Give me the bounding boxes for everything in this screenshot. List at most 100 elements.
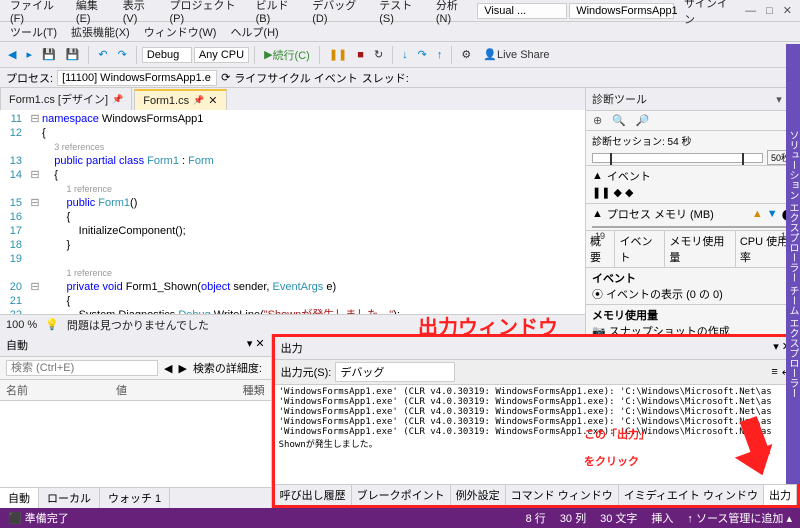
config-combo[interactable]: Debug <box>142 47 192 63</box>
autos-bottom-tabs: 自動 ローカル ウォッチ 1 <box>0 487 271 508</box>
liveshare-button[interactable]: 👤 Live Share <box>479 46 553 63</box>
right-sidebar-tabs[interactable]: ソリューション エクスプローラー チーム エクスプローラー <box>786 44 800 484</box>
pause-icon[interactable]: ❚❚ <box>325 46 351 63</box>
saveall-icon[interactable]: 💾 <box>62 46 84 63</box>
line-gutter: 1112 1314 1516171819 20212223242526 <box>0 110 28 314</box>
diag-tab-memory[interactable]: メモリ使用量 <box>665 231 735 267</box>
fold-gutter[interactable]: ⊟ ⊟ ⊟ ⊟ <box>28 110 42 314</box>
tab-close-icon[interactable]: ✕ <box>208 94 217 107</box>
memory-chart[interactable]: 1919 <box>592 226 794 228</box>
issues-label: 問題は見つかりませんでした <box>67 317 209 333</box>
tab-autos[interactable]: 自動 <box>0 488 39 508</box>
close-icon[interactable]: ✕ <box>779 2 796 19</box>
maximize-icon[interactable]: □ <box>762 3 777 19</box>
status-src[interactable]: ↑ ソース管理に追加 ▴ <box>687 510 792 526</box>
lifecycle-icon[interactable]: ⟳ <box>221 71 230 84</box>
tab-breakpoints[interactable]: ブレークポイント <box>352 485 451 505</box>
diag-memory: ▲ プロセス メモリ (MB) ▲▼⬤ <box>586 203 800 224</box>
tab-output[interactable]: 出力 <box>764 485 797 505</box>
code-editor: Form1.cs [デザイン]📌 Form1.cs📌✕ 1112 1314 15… <box>0 88 586 334</box>
pane-close-icon[interactable]: ▾ ✕ <box>247 337 265 353</box>
status-col: 30 列 <box>560 510 586 526</box>
menu-help[interactable]: ヘルプ(H) <box>224 22 284 42</box>
menu-tools[interactable]: ツール(T) <box>4 22 63 42</box>
minimize-icon[interactable]: — <box>741 3 760 19</box>
editor-tabs: Form1.cs [デザイン]📌 Form1.cs📌✕ <box>0 88 585 110</box>
main-area: Form1.cs [デザイン]📌 Form1.cs📌✕ 1112 1314 15… <box>0 88 800 334</box>
save-icon[interactable]: 💾 <box>38 46 60 63</box>
stepout-icon[interactable]: ↑ <box>433 47 447 63</box>
diag-select-icon[interactable]: ⊕ <box>590 113 605 128</box>
diag-events: ▲ イベント ❚❚ ◆ ◆ <box>586 165 800 203</box>
diag-tab-events[interactable]: イベント <box>615 231 665 267</box>
tab-designer[interactable]: Form1.cs [デザイン]📌 <box>0 87 132 110</box>
diag-toolbar: ⊕ 🔍 🔎 <box>586 111 800 131</box>
diagnostics-pane: 診断ツール▾ ✕ ⊕ 🔍 🔎 診断セッション: 54 秒 50秒 ▲ イベント … <box>586 88 800 334</box>
source-text[interactable]: namespace WindowsFormsApp1 { 3 reference… <box>42 110 585 314</box>
zoom-level[interactable]: 100 % <box>6 319 37 331</box>
tab-watch1[interactable]: ウォッチ 1 <box>100 488 170 508</box>
output-source-combo[interactable]: デバッグ <box>335 362 455 382</box>
main-toolbar: ◀ ▸ 💾 💾 ↶ ↷ Debug Any CPU ▶ 続行(C) ❚❚ ■ ↻… <box>0 42 800 68</box>
status-bar: ⬛ 準備完了 8 行 30 列 30 文字 挿入 ↑ ソース管理に追加 ▴ <box>0 508 800 528</box>
platform-combo[interactable]: Any CPU <box>194 47 249 63</box>
solution-name: WindowsFormsApp1 <box>569 3 674 19</box>
menu-debug[interactable]: デバッグ(D) <box>306 0 371 27</box>
tool-icon[interactable]: ⚙ <box>457 46 475 63</box>
redo-icon[interactable]: ↷ <box>114 46 131 63</box>
pin-icon[interactable]: 📌 <box>193 95 204 106</box>
diag-timeline[interactable]: 50秒 <box>586 150 800 165</box>
col-value[interactable]: 値 <box>116 382 243 398</box>
autos-body[interactable] <box>0 401 271 487</box>
nav-left-icon[interactable]: ◀ <box>164 362 172 375</box>
menu-window[interactable]: ウィンドウ(W) <box>138 22 223 42</box>
tab-callstack[interactable]: 呼び出し履歴 <box>275 485 352 505</box>
tab-exceptions[interactable]: 例外設定 <box>451 485 506 505</box>
back-icon[interactable]: ◀ <box>4 46 20 63</box>
diag-events-list: イベント ⦿ イベントの表示 (0 の 0) <box>586 267 800 304</box>
tab-immediate[interactable]: イミディエイト ウィンドウ <box>619 485 764 505</box>
debug-process-bar: プロセス: [11100] WindowsFormsApp1.e ⟳ ライフサイ… <box>0 68 800 88</box>
status-ready: ⬛ 準備完了 <box>8 510 69 526</box>
diag-zoomin-icon[interactable]: 🔍 <box>609 113 629 128</box>
tab-command[interactable]: コマンド ウィンドウ <box>506 485 619 505</box>
code-area[interactable]: 1112 1314 1516171819 20212223242526 ⊟ ⊟ … <box>0 110 585 314</box>
signin-link[interactable]: サインイン <box>678 0 739 27</box>
stop-icon[interactable]: ■ <box>353 47 368 63</box>
output-from-label: 出力元(S): <box>281 364 332 380</box>
diag-tabs: 概要 イベント メモリ使用量 CPU 使用率 <box>586 230 800 267</box>
status-char: 30 文字 <box>600 510 637 526</box>
col-type[interactable]: 種類 <box>243 382 265 398</box>
bottom-panes: 自動▾ ✕ ◀ ▶ 検索の詳細度: 名前 値 種類 自動 ローカル ウォッチ 1… <box>0 334 800 508</box>
output-log[interactable]: 'WindowsFormsApp1.exe' (CLR v4.0.30319: … <box>275 385 797 484</box>
menu-bar: ファイル(F) 編集(E) 表示(V) プロジェクト(P) ビルド(B) デバッ… <box>0 0 800 22</box>
output-bottom-tabs: 呼び出し履歴 ブレークポイント 例外設定 コマンド ウィンドウ イミディエイト … <box>275 484 797 505</box>
process-label: プロセス: <box>6 70 53 86</box>
search-input[interactable] <box>6 360 158 376</box>
stepinto-icon[interactable]: ↓ <box>398 47 412 63</box>
diag-header: 診断ツール▾ ✕ <box>586 88 800 111</box>
continue-button[interactable]: ▶ 続行(C) <box>260 45 314 65</box>
nav-right-icon[interactable]: ▶ <box>178 362 186 375</box>
stepover-icon[interactable]: ↷ <box>414 46 431 63</box>
editor-footer: 100 % 💡 問題は見つかりませんでした <box>0 314 585 334</box>
forward-icon[interactable]: ▸ <box>22 46 36 63</box>
quick-launch[interactable]: Visual ... <box>477 3 567 19</box>
output-toolbar: 出力元(S): デバッグ ≡ ↩ <box>275 360 797 385</box>
undo-icon[interactable]: ↶ <box>94 46 111 63</box>
diag-zoomout-icon[interactable]: 🔎 <box>633 113 653 128</box>
tab-locals[interactable]: ローカル <box>39 488 100 508</box>
process-combo[interactable]: [11100] WindowsFormsApp1.e <box>57 70 217 86</box>
col-name[interactable]: 名前 <box>6 382 116 398</box>
clear-icon[interactable]: ≡ <box>771 366 777 378</box>
restart-icon[interactable]: ↻ <box>370 46 387 63</box>
menu-test[interactable]: テスト(S) <box>373 0 428 27</box>
menu-ext[interactable]: 拡張機能(X) <box>65 22 136 42</box>
status-ins: 挿入 <box>651 510 673 526</box>
menu-analyze[interactable]: 分析(N) <box>430 0 475 27</box>
tab-code[interactable]: Form1.cs📌✕ <box>134 89 226 110</box>
autos-search: ◀ ▶ 検索の詳細度: <box>0 357 271 380</box>
pin-icon[interactable]: 📌 <box>112 94 123 105</box>
autos-header: 自動▾ ✕ <box>0 334 271 357</box>
diag-session-label: 診断セッション: 54 秒 <box>586 131 800 150</box>
